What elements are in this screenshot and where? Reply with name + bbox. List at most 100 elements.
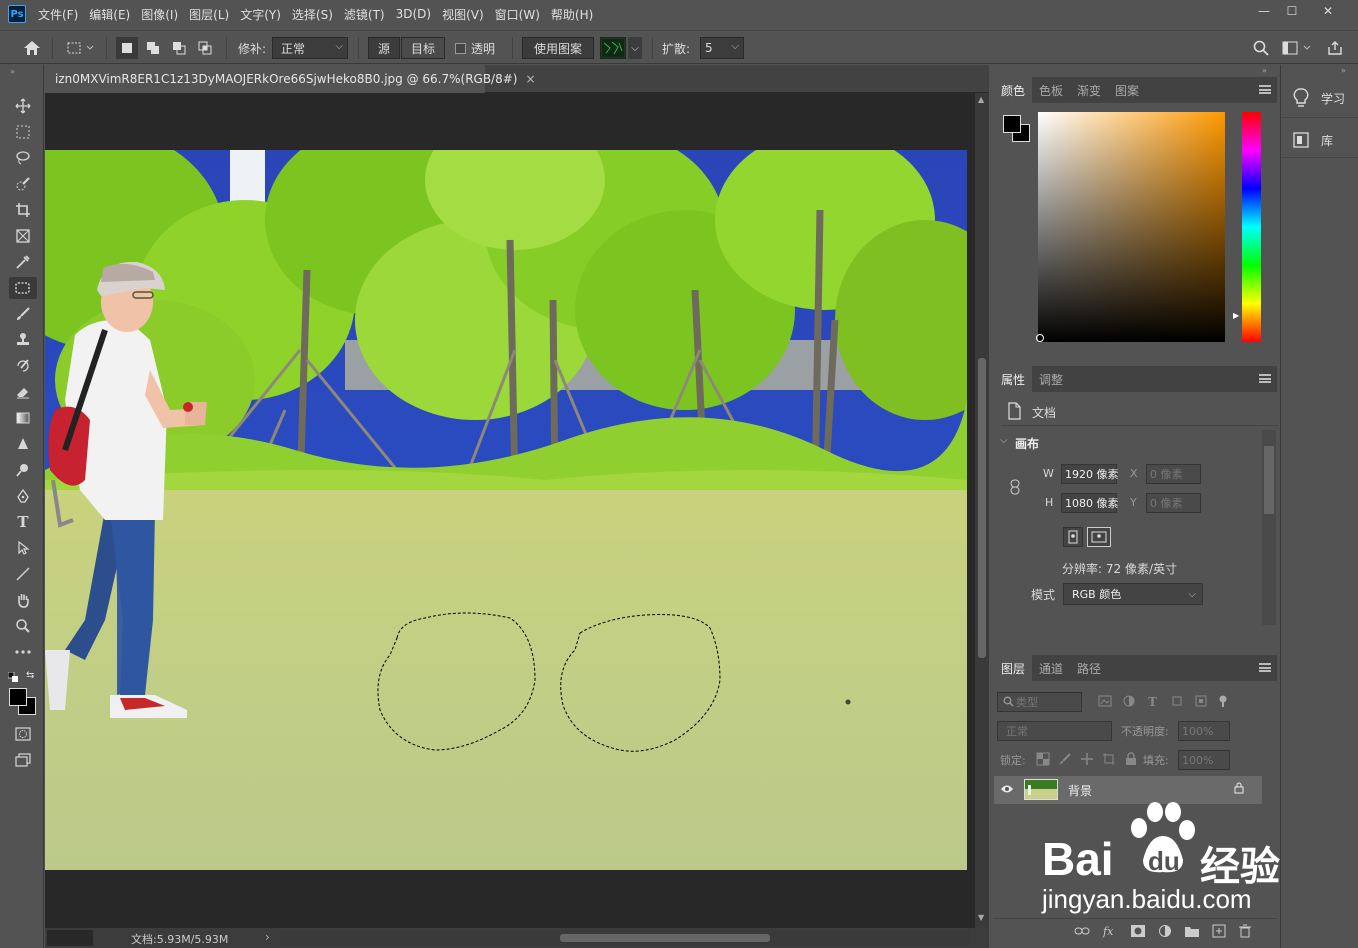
menu-file[interactable]: 文件(F) — [38, 6, 78, 23]
visibility-eye-icon[interactable] — [1000, 783, 1014, 798]
patch-tool-preset-icon[interactable] — [62, 37, 98, 59]
x-field[interactable]: 0 像素 — [1146, 464, 1201, 484]
transparent-checkbox[interactable] — [455, 43, 466, 54]
properties-scroll-thumb[interactable] — [1264, 446, 1274, 514]
tab-patterns[interactable]: 图案 — [1108, 77, 1146, 103]
gradient-tool-icon[interactable] — [9, 407, 37, 429]
home-icon[interactable] — [20, 37, 44, 59]
new-selection-icon[interactable] — [116, 37, 138, 59]
menu-layer[interactable]: 图层(L) — [189, 6, 229, 23]
properties-menu-icon[interactable] — [1259, 374, 1271, 383]
diffusion-select[interactable]: 5 ⌵ — [700, 37, 744, 59]
opacity-field[interactable]: 100% — [1178, 721, 1230, 741]
zoom-tool-icon[interactable] — [9, 615, 37, 637]
portrait-orientation-icon[interactable] — [1063, 527, 1083, 547]
tab-swatches[interactable]: 色板 — [1032, 77, 1070, 103]
height-field[interactable]: 1080 像素 — [1061, 493, 1119, 513]
collapse-toolbar-icon[interactable]: » — [10, 67, 15, 76]
zoom-field[interactable] — [47, 930, 93, 946]
line-tool-icon[interactable] — [9, 563, 37, 585]
layer-name[interactable]: 背景 — [1068, 782, 1092, 799]
workspace-icon[interactable] — [1280, 37, 1316, 59]
menu-image[interactable]: 图像(I) — [141, 6, 178, 23]
marquee-tool-icon[interactable] — [9, 121, 37, 143]
color-picker-marker[interactable] — [1036, 334, 1044, 342]
blend-mode-select[interactable]: 正常 — [997, 721, 1112, 741]
vertical-scroll-thumb[interactable] — [978, 358, 986, 658]
history-brush-tool-icon[interactable] — [9, 355, 37, 377]
brush-tool-icon[interactable] — [9, 303, 37, 325]
frame-tool-icon[interactable] — [9, 225, 37, 247]
swap-colors-icon[interactable]: ⇆ — [26, 670, 34, 681]
patch-tool-icon[interactable] — [9, 277, 37, 299]
mode-select[interactable]: RGB 颜色 ⌵ — [1063, 583, 1203, 605]
share-icon[interactable] — [1324, 37, 1346, 59]
tab-paths[interactable]: 路径 — [1070, 655, 1108, 681]
add-selection-icon[interactable] — [142, 37, 164, 59]
horizontal-scroll-thumb[interactable] — [560, 934, 770, 942]
patch-mode-select[interactable]: 正常 ⌵ — [272, 37, 348, 59]
more-tools-icon[interactable] — [9, 641, 37, 663]
foreground-color-swatch[interactable] — [9, 688, 27, 706]
clone-stamp-tool-icon[interactable] — [9, 329, 37, 351]
lasso-tool-icon[interactable] — [9, 147, 37, 169]
canvas-image[interactable] — [45, 150, 967, 870]
library-panel-button[interactable]: 库 — [1285, 125, 1355, 155]
scroll-down-icon[interactable]: ▼ — [978, 913, 984, 922]
tab-color[interactable]: 颜色 — [994, 77, 1033, 103]
menu-select[interactable]: 选择(S) — [292, 6, 333, 23]
menu-filter[interactable]: 滤镜(T) — [344, 6, 385, 23]
fill-field[interactable]: 100% — [1178, 750, 1230, 770]
vertical-scrollbar[interactable]: ▲ ▼ — [975, 93, 989, 928]
intersect-selection-icon[interactable] — [194, 37, 216, 59]
crop-tool-icon[interactable] — [9, 199, 37, 221]
tab-layers[interactable]: 图层 — [994, 655, 1033, 681]
learn-panel-button[interactable]: 学习 — [1285, 83, 1355, 113]
path-selection-tool-icon[interactable] — [9, 537, 37, 559]
hue-marker-icon[interactable]: ▶ — [1233, 311, 1239, 320]
color-swatches[interactable] — [8, 687, 38, 717]
dodge-tool-icon[interactable] — [9, 459, 37, 481]
link-dimensions-icon[interactable] — [1008, 478, 1022, 499]
eraser-tool-icon[interactable] — [9, 381, 37, 403]
quick-selection-tool-icon[interactable] — [9, 173, 37, 195]
color-field[interactable] — [1038, 112, 1225, 342]
tab-gradients[interactable]: 渐变 — [1070, 77, 1108, 103]
status-menu-icon[interactable]: › — [265, 930, 270, 944]
maximize-button[interactable]: ☐ — [1276, 0, 1308, 22]
canvas-collapse-icon[interactable]: ⌵ — [1000, 435, 1008, 446]
tab-channels[interactable]: 通道 — [1032, 655, 1070, 681]
width-field[interactable]: 1920 像素 — [1061, 464, 1119, 484]
y-field[interactable]: 0 像素 — [1146, 493, 1201, 513]
screen-mode-icon[interactable] — [9, 749, 37, 771]
color-panel-menu-icon[interactable] — [1259, 85, 1271, 94]
target-button[interactable]: 目标 — [401, 37, 445, 59]
close-tab-icon[interactable]: × — [525, 72, 535, 86]
pen-tool-icon[interactable] — [9, 485, 37, 507]
use-pattern-button[interactable]: 使用图案 — [522, 37, 594, 59]
menu-view[interactable]: 视图(V) — [442, 6, 484, 23]
menu-help[interactable]: 帮助(H) — [551, 6, 593, 23]
type-tool-icon[interactable]: T — [9, 511, 37, 533]
menu-window[interactable]: 窗口(W) — [495, 6, 540, 23]
eyedropper-tool-icon[interactable] — [9, 251, 37, 273]
default-colors-icon[interactable] — [7, 671, 18, 682]
layers-menu-icon[interactable] — [1259, 663, 1271, 672]
expand-panels-icon[interactable]: » — [1341, 66, 1346, 75]
collapse-right-icon[interactable]: » — [1262, 66, 1267, 75]
menu-edit[interactable]: 编辑(E) — [89, 6, 130, 23]
pattern-swatch-icon[interactable] — [600, 37, 626, 59]
document-tab[interactable]: izn0MXVimR8ER1C1z13DyMAOJERkOre66SjwHeko… — [45, 65, 536, 93]
source-button[interactable]: 源 — [368, 37, 400, 59]
blur-tool-icon[interactable] — [9, 433, 37, 455]
menu-type[interactable]: 文字(Y) — [240, 6, 281, 23]
quick-mask-icon[interactable] — [9, 723, 37, 745]
panel-fg-swatch[interactable] — [1003, 115, 1021, 133]
tab-adjustments[interactable]: 调整 — [1032, 366, 1070, 392]
scroll-up-icon[interactable]: ▲ — [978, 95, 984, 104]
horizontal-scrollbar[interactable] — [280, 930, 970, 946]
move-tool-icon[interactable] — [9, 95, 37, 117]
subtract-selection-icon[interactable] — [168, 37, 190, 59]
pattern-dropdown-icon[interactable]: ⌵ — [628, 37, 642, 59]
menu-3d[interactable]: 3D(D) — [396, 7, 431, 21]
